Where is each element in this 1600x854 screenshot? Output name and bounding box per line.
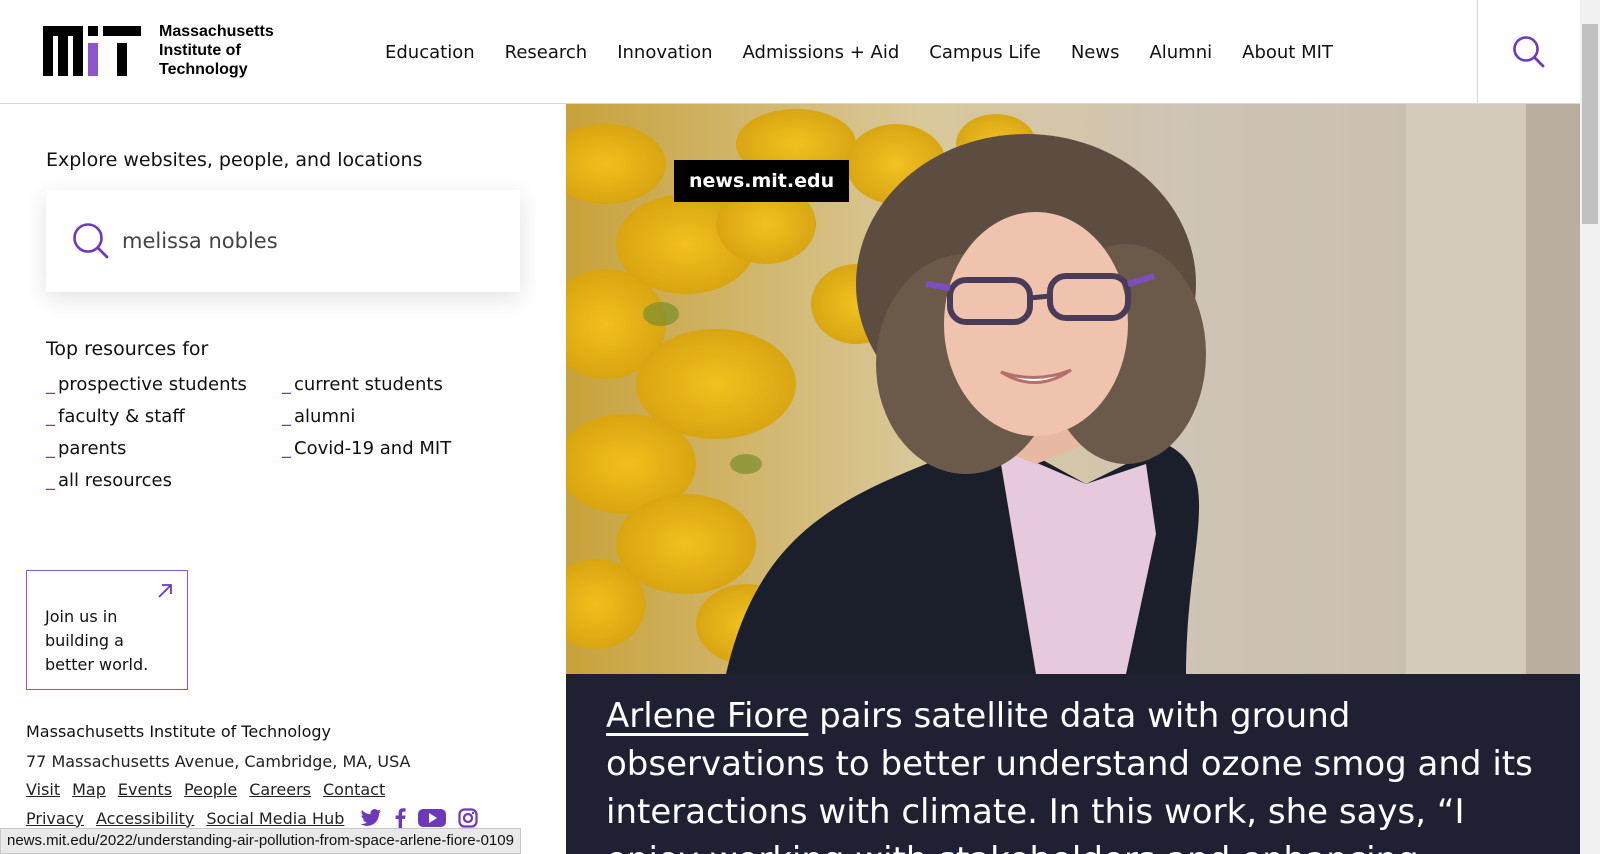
search-box[interactable] [46, 190, 520, 292]
footer-link-map[interactable]: Map [72, 780, 106, 799]
hero-caption: Arlene Fiore pairs satellite data with g… [566, 674, 1580, 854]
resource-label: prospective students [58, 374, 247, 395]
explore-title: Explore websites, people, and locations [46, 149, 423, 171]
social-icons [360, 808, 490, 828]
logo-line-2: Institute of [159, 42, 241, 59]
nav-education[interactable]: Education [385, 42, 475, 63]
resource-label: alumni [294, 406, 356, 427]
status-bar-url: news.mit.edu/2022/understanding-air-poll… [0, 828, 521, 854]
search-input[interactable] [122, 229, 482, 253]
footer-link-privacy[interactable]: Privacy [26, 809, 84, 828]
nav-campus-life[interactable]: Campus Life [929, 42, 1041, 63]
nav-alumni[interactable]: Alumni [1149, 42, 1212, 63]
facebook-icon[interactable] [394, 808, 406, 828]
resource-covid-19[interactable]: _ Covid-19 and MIT [282, 438, 482, 459]
join-line-2: building a [45, 631, 124, 650]
resource-alumni[interactable]: _ alumni [282, 406, 482, 427]
resource-prospective-students[interactable]: _ prospective students [46, 374, 282, 395]
footer-link-visit[interactable]: Visit [26, 780, 60, 799]
dash: _ [282, 406, 291, 427]
dash: _ [46, 438, 55, 459]
caption-name-link[interactable]: Arlene Fiore [606, 696, 808, 736]
dash: _ [46, 374, 55, 395]
resource-all-resources[interactable]: _ all resources [46, 470, 282, 491]
nav-admissions-aid[interactable]: Admissions + Aid [743, 42, 900, 63]
nav-news[interactable]: News [1071, 42, 1120, 63]
footer-link-events[interactable]: Events [118, 780, 172, 799]
mit-logo[interactable] [43, 26, 141, 76]
search-panel: Explore websites, people, and locations … [0, 104, 566, 854]
search-icon [1513, 36, 1545, 68]
search-icon [73, 223, 109, 259]
logo-line-3: Technology [159, 61, 248, 78]
logo-line-1: Massachusetts [159, 23, 274, 40]
arrow-up-right-icon [158, 584, 172, 598]
nav-research[interactable]: Research [505, 42, 588, 63]
footer-link-contact[interactable]: Contact [323, 780, 385, 799]
dash: _ [282, 438, 291, 459]
resource-label: parents [58, 438, 127, 459]
dash: _ [46, 406, 55, 427]
resource-label: current students [294, 374, 443, 395]
news-badge[interactable]: news.mit.edu [674, 160, 850, 202]
footer-link-social-media-hub[interactable]: Social Media Hub [206, 809, 344, 828]
scrollbar-thumb[interactable] [1582, 24, 1598, 224]
footer-link-accessibility[interactable]: Accessibility [96, 809, 194, 828]
top-resources-title: Top resources for [46, 338, 209, 360]
join-line-3: better world. [45, 655, 149, 674]
instagram-icon[interactable] [458, 808, 478, 828]
footer-links-secondary: Privacy Accessibility Social Media Hub [26, 808, 490, 828]
resource-label: Covid-19 and MIT [294, 438, 452, 459]
resource-label: faculty & staff [58, 406, 185, 427]
footer-address: 77 Massachusetts Avenue, Cambridge, MA, … [26, 752, 411, 771]
dash: _ [282, 374, 291, 395]
logo-wordmark[interactable]: Massachusetts Institute of Technology [159, 22, 274, 79]
footer-links: Visit Map Events People Careers Contact [26, 780, 397, 799]
nav-about-mit[interactable]: About MIT [1242, 42, 1333, 63]
nav-innovation[interactable]: Innovation [617, 42, 712, 63]
join-line-1: Join us in [45, 607, 118, 626]
resource-current-students[interactable]: _ current students [282, 374, 482, 395]
resource-parents[interactable]: _ parents [46, 438, 282, 459]
footer-link-careers[interactable]: Careers [249, 780, 311, 799]
twitter-icon[interactable] [360, 808, 382, 828]
youtube-icon[interactable] [418, 808, 447, 828]
main-nav: Education Research Innovation Admissions… [370, 0, 1348, 104]
hero-image[interactable]: news.mit.edu [566, 104, 1580, 674]
resource-faculty-staff[interactable]: _ faculty & staff [46, 406, 282, 427]
resources-list: _ prospective students _ current students … [46, 374, 486, 491]
footer-link-people[interactable]: People [184, 780, 237, 799]
site-header: Massachusetts Institute of Technology Ed… [0, 0, 1580, 104]
header-search-button[interactable] [1477, 0, 1580, 104]
join-us-card[interactable]: Join us in building a better world. [26, 570, 188, 690]
dash: _ [46, 470, 55, 491]
resource-label: all resources [58, 470, 172, 491]
footer-institution-name: Massachusetts Institute of Technology [26, 722, 331, 741]
